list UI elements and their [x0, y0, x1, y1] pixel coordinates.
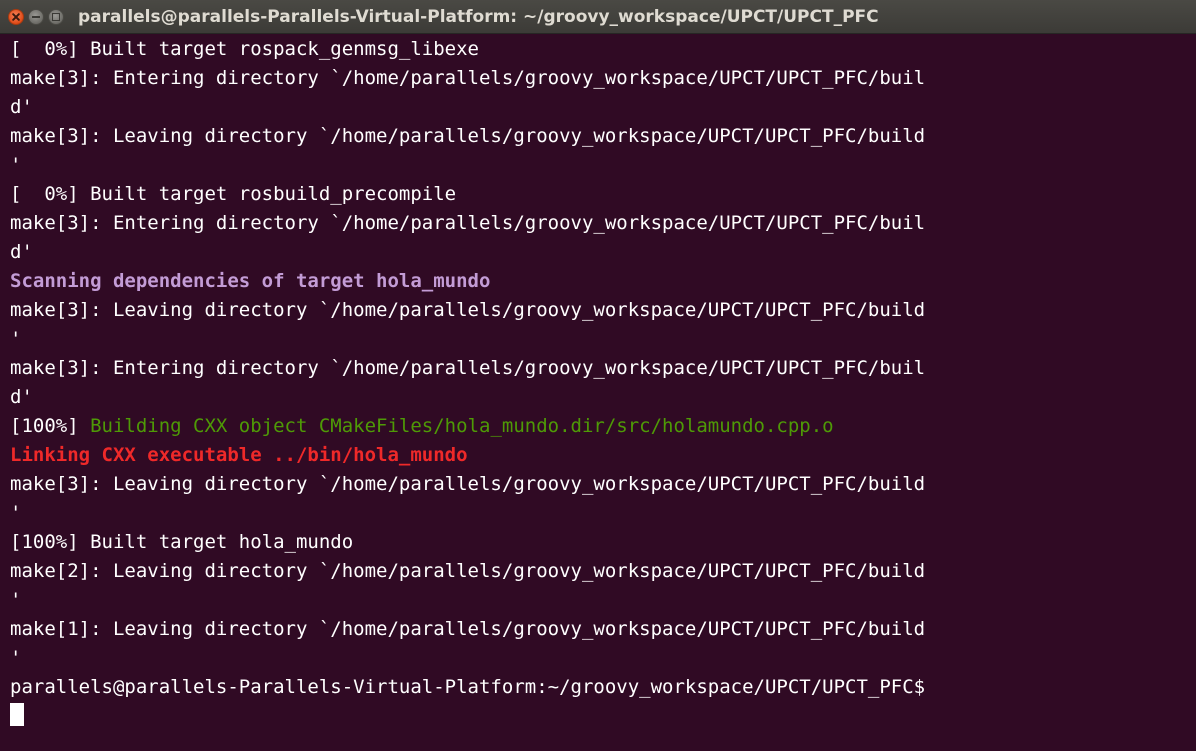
text-cursor	[10, 703, 24, 726]
terminal-line-text: [100%] Built target hola_mundo	[10, 531, 354, 553]
prompt-cursor-line	[10, 702, 1196, 731]
terminal-line-text: make[3]: Entering directory `/home/paral…	[10, 212, 926, 234]
terminal-line: '	[10, 644, 1196, 673]
terminal-line: '	[10, 325, 1196, 354]
terminal-line-text: make[3]: Entering directory `/home/paral…	[10, 67, 926, 89]
terminal-line: d'	[10, 93, 1196, 122]
terminal-line: make[1]: Leaving directory `/home/parall…	[10, 615, 1196, 644]
terminal-output[interactable]: [ 0%] Built target rospack_genmsg_libexe…	[0, 35, 1196, 751]
terminal-line: [100%] Building CXX object CMakeFiles/ho…	[10, 412, 1196, 441]
terminal-line: Scanning dependencies of target hola_mun…	[10, 267, 1196, 296]
terminal-line-text: make[3]: Leaving directory `/home/parall…	[10, 299, 926, 321]
terminal-window: parallels@parallels-Parallels-Virtual-Pl…	[0, 0, 1196, 751]
terminal-line-text: '	[10, 502, 22, 524]
terminal-line: make[3]: Leaving directory `/home/parall…	[10, 296, 1196, 325]
terminal-line: d'	[10, 238, 1196, 267]
terminal-line: make[2]: Leaving directory `/home/parall…	[10, 557, 1196, 586]
terminal-line-text: d'	[10, 241, 33, 263]
terminal-line: [ 0%] Built target rospack_genmsg_libexe	[10, 35, 1196, 64]
terminal-line-text: '	[10, 589, 22, 611]
terminal-line-text: [ 0%] Built target rospack_genmsg_libexe	[10, 38, 479, 60]
terminal-line: make[3]: Leaving directory `/home/parall…	[10, 122, 1196, 151]
terminal-line-text: '	[10, 647, 22, 669]
title-bar[interactable]: parallels@parallels-Parallels-Virtual-Pl…	[0, 0, 1196, 34]
terminal-line: '	[10, 586, 1196, 615]
terminal-line-text: Scanning dependencies of target hola_mun…	[10, 270, 491, 292]
terminal-line: make[3]: Leaving directory `/home/parall…	[10, 470, 1196, 499]
terminal-line: '	[10, 151, 1196, 180]
terminal-line: [ 0%] Built target rosbuild_precompile	[10, 180, 1196, 209]
terminal-line-text: parallels@parallels-Parallels-Virtual-Pl…	[10, 676, 926, 698]
terminal-line: make[3]: Entering directory `/home/paral…	[10, 64, 1196, 93]
terminal-line-text: make[3]: Entering directory `/home/paral…	[10, 357, 926, 379]
terminal-line: parallels@parallels-Parallels-Virtual-Pl…	[10, 673, 1196, 702]
terminal-line-suffix: Building CXX object CMakeFiles/hola_mund…	[90, 415, 834, 437]
maximize-button[interactable]	[48, 9, 64, 25]
terminal-line-text: make[2]: Leaving directory `/home/parall…	[10, 560, 926, 582]
close-button[interactable]	[8, 9, 24, 25]
terminal-line: make[3]: Entering directory `/home/paral…	[10, 354, 1196, 383]
terminal-line-text: d'	[10, 386, 33, 408]
terminal-line-text: d'	[10, 96, 33, 118]
terminal-line-text: make[1]: Leaving directory `/home/parall…	[10, 618, 926, 640]
minimize-button[interactable]	[28, 9, 44, 25]
terminal-line-text: [ 0%] Built target rosbuild_precompile	[10, 183, 457, 205]
window-title: parallels@parallels-Parallels-Virtual-Pl…	[78, 7, 879, 27]
terminal-line: [100%] Built target hola_mundo	[10, 528, 1196, 557]
terminal-line: '	[10, 499, 1196, 528]
terminal-line: Linking CXX executable ../bin/hola_mundo	[10, 441, 1196, 470]
terminal-line-text: '	[10, 154, 22, 176]
terminal-line: make[3]: Entering directory `/home/paral…	[10, 209, 1196, 238]
terminal-line-text: make[3]: Leaving directory `/home/parall…	[10, 473, 926, 495]
terminal-line-text: '	[10, 328, 22, 350]
terminal-line-text: [100%]	[10, 415, 91, 437]
terminal-line-text: Linking CXX executable ../bin/hola_mundo	[10, 444, 468, 466]
terminal-line-text: make[3]: Leaving directory `/home/parall…	[10, 125, 926, 147]
terminal-line: d'	[10, 383, 1196, 412]
